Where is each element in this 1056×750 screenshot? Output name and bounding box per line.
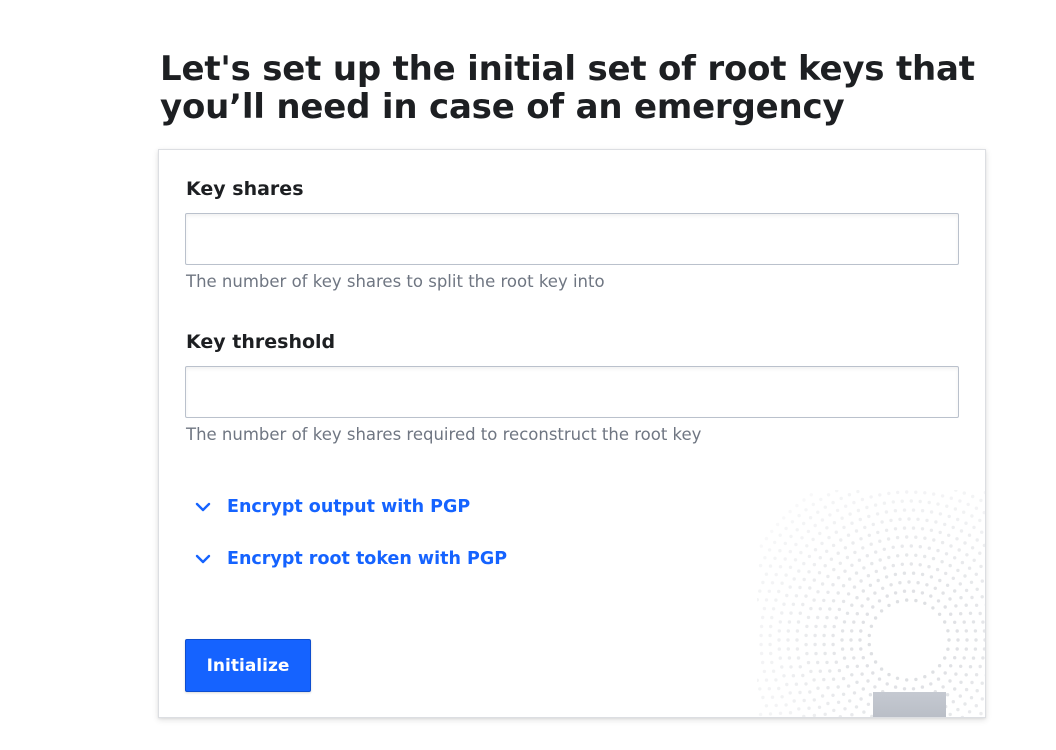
key-shares-help: The number of key shares to split the ro… (186, 272, 605, 291)
key-threshold-input[interactable] (185, 366, 959, 418)
init-form-card: Key shares The number of key shares to s… (158, 149, 986, 718)
key-threshold-help: The number of key shares required to rec… (186, 425, 702, 444)
dot-pattern (757, 490, 985, 717)
initialize-button[interactable]: Initialize (185, 639, 311, 692)
chevron-down-icon (195, 554, 211, 564)
key-shares-input[interactable] (185, 213, 959, 265)
key-shares-label: Key shares (186, 178, 304, 200)
encrypt-root-token-pgp-toggle[interactable]: Encrypt root token with PGP (193, 549, 507, 569)
encrypt-root-token-pgp-label: Encrypt root token with PGP (227, 549, 508, 569)
encrypt-output-pgp-toggle[interactable]: Encrypt output with PGP (193, 497, 470, 517)
keyhole-shield-icon (757, 490, 985, 717)
encrypt-output-pgp-label: Encrypt output with PGP (227, 497, 471, 517)
chevron-down-icon (195, 502, 211, 512)
key-threshold-label: Key threshold (186, 331, 336, 353)
page-title: Let's set up the initial set of root key… (160, 49, 975, 127)
